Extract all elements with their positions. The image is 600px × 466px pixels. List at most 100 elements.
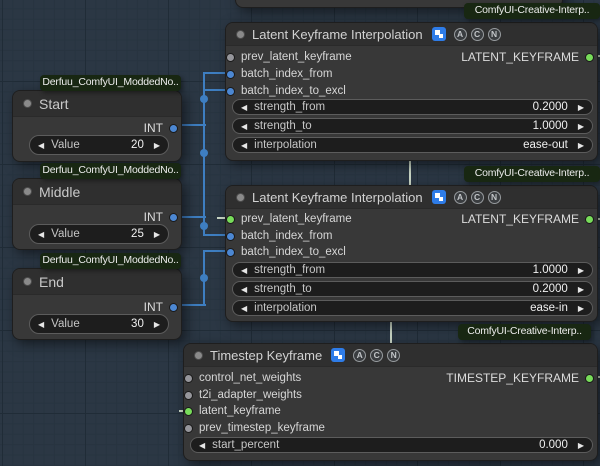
input-slot-batch-index-to-excl[interactable]: batch_index_to_excl	[226, 84, 346, 98]
node-title: Middle	[39, 183, 81, 200]
output-dot[interactable]	[169, 123, 178, 133]
widget-value[interactable]: 1.0000	[533, 120, 568, 132]
input-dot[interactable]	[226, 247, 235, 257]
decrement-arrow[interactable]: ◀	[38, 230, 44, 239]
input-slot-prev-latent-keyframe[interactable]: prev_latent_keyframe	[226, 212, 352, 226]
input-dot[interactable]	[184, 390, 193, 400]
widget-value[interactable]: 0.000	[539, 439, 568, 451]
increment-arrow[interactable]: ▶	[154, 141, 160, 150]
increment-arrow[interactable]: ▶	[578, 441, 584, 450]
strength-from-widget[interactable]: ◀ strength_from 0.2000 ▶	[232, 99, 593, 115]
output-slot-int[interactable]: INT	[144, 121, 178, 135]
input-slot-latent-keyframe[interactable]: latent_keyframe	[184, 404, 281, 418]
input-dot[interactable]	[184, 406, 193, 416]
link-midpoint-dot	[200, 274, 208, 282]
collapse-dot[interactable]	[236, 192, 245, 202]
node-latent-keyframe-interpolation-2[interactable]: Latent Keyframe Interpolation A C N prev…	[225, 185, 598, 322]
input-dot[interactable]	[226, 231, 235, 241]
collapse-dot[interactable]	[23, 277, 32, 286]
node-start[interactable]: Start INT ◀ Value 20 ▶	[12, 90, 182, 162]
link-midpoint-dot	[200, 149, 208, 157]
node-timestep-keyframe[interactable]: Timestep Keyframe A C N control_net_weig…	[183, 343, 598, 461]
input-slot-batch-index-to-excl[interactable]: batch_index_to_excl	[226, 245, 346, 259]
output-slot-timestep-keyframe[interactable]: TIMESTEP_KEYFRAME	[446, 371, 594, 385]
input-slot-batch-index-from[interactable]: batch_index_from	[226, 67, 332, 81]
increment-arrow[interactable]: ▶	[154, 230, 160, 239]
collapse-dot[interactable]	[23, 99, 32, 108]
widget-label: Value	[51, 139, 80, 151]
node-title-bar[interactable]: Middle	[13, 179, 181, 205]
node-title-bar[interactable]: Timestep Keyframe A C N	[184, 344, 597, 367]
decrement-arrow[interactable]: ◀	[241, 304, 247, 313]
widget-value[interactable]: ease-out	[523, 139, 568, 151]
decrement-arrow[interactable]: ◀	[241, 141, 247, 150]
output-dot[interactable]	[585, 214, 594, 224]
widget-value[interactable]: 1.0000	[533, 264, 568, 276]
output-dot[interactable]	[585, 373, 594, 383]
decrement-arrow[interactable]: ◀	[38, 320, 44, 329]
widget-value[interactable]: 0.2000	[533, 283, 568, 295]
collapse-dot[interactable]	[194, 350, 203, 360]
output-slot-int[interactable]: INT	[144, 210, 178, 224]
node-title-bar[interactable]: Latent Keyframe Interpolation A C N	[226, 23, 597, 46]
node-title-bar[interactable]: Latent Keyframe Interpolation A C N	[226, 186, 597, 209]
input-slot-t2i-adapter-weights[interactable]: t2i_adapter_weights	[184, 388, 302, 402]
value-widget[interactable]: ◀ Value 25 ▶	[29, 224, 169, 244]
increment-arrow[interactable]: ▶	[578, 103, 584, 112]
widget-value[interactable]: ease-in	[530, 302, 568, 314]
input-slot-prev-timestep-keyframe[interactable]: prev_timestep_keyframe	[184, 421, 325, 435]
increment-arrow[interactable]: ▶	[154, 320, 160, 329]
output-slot-int[interactable]: INT	[144, 300, 178, 314]
widget-value[interactable]: 0.2000	[533, 101, 568, 113]
node-origin-badge: Derfuu_ComfyUI_ModdedNo..	[40, 75, 181, 91]
badge-n-icon: N	[487, 190, 501, 204]
interpolation-widget[interactable]: ◀ interpolation ease-in ▶	[232, 300, 593, 316]
badge-a-icon: A	[453, 27, 467, 41]
input-slot-prev-latent-keyframe[interactable]: prev_latent_keyframe	[226, 50, 352, 64]
collapse-dot[interactable]	[23, 187, 32, 196]
output-dot[interactable]	[169, 212, 178, 222]
increment-arrow[interactable]: ▶	[578, 122, 584, 131]
node-middle[interactable]: Middle INT ◀ Value 25 ▶	[12, 178, 182, 250]
input-slot-batch-index-from[interactable]: batch_index_from	[226, 229, 332, 243]
decrement-arrow[interactable]: ◀	[241, 266, 247, 275]
increment-arrow[interactable]: ▶	[578, 266, 584, 275]
input-dot[interactable]	[226, 52, 235, 62]
decrement-arrow[interactable]: ◀	[241, 122, 247, 131]
input-dot[interactable]	[184, 423, 193, 433]
node-graph-canvas[interactable]: ComfyUI-Creative-Interp.. ComfyUI-Creati…	[0, 0, 600, 466]
input-dot[interactable]	[226, 69, 235, 79]
increment-arrow[interactable]: ▶	[578, 304, 584, 313]
output-dot[interactable]	[169, 302, 178, 312]
node-end[interactable]: End INT ◀ Value 30 ▶	[12, 268, 182, 340]
start-percent-widget[interactable]: ◀ start_percent 0.000 ▶	[190, 437, 593, 453]
node-latent-keyframe-interpolation-1[interactable]: Latent Keyframe Interpolation A C N prev…	[225, 22, 598, 161]
decrement-arrow[interactable]: ◀	[241, 103, 247, 112]
increment-arrow[interactable]: ▶	[578, 141, 584, 150]
widget-value[interactable]: 30	[131, 318, 144, 330]
strength-to-widget[interactable]: ◀ strength_to 0.2000 ▶	[232, 281, 593, 297]
node-title-bar[interactable]: Start	[13, 91, 181, 117]
widget-value[interactable]: 20	[131, 139, 144, 151]
input-dot[interactable]	[226, 214, 235, 224]
output-slot-latent-keyframe[interactable]: LATENT_KEYFRAME	[461, 212, 594, 226]
interpolation-widget[interactable]: ◀ interpolation ease-out ▶	[232, 137, 593, 153]
widget-value[interactable]: 25	[131, 228, 144, 240]
decrement-arrow[interactable]: ◀	[199, 441, 205, 450]
node-title-bar[interactable]: End	[13, 269, 181, 295]
value-widget[interactable]: ◀ Value 20 ▶	[29, 135, 169, 155]
strength-from-widget[interactable]: ◀ strength_from 1.0000 ▶	[232, 262, 593, 278]
decrement-arrow[interactable]: ◀	[241, 285, 247, 294]
input-slot-control-net-weights[interactable]: control_net_weights	[184, 371, 301, 385]
output-slot-latent-keyframe[interactable]: LATENT_KEYFRAME	[461, 50, 594, 64]
strength-to-widget[interactable]: ◀ strength_to 1.0000 ▶	[232, 118, 593, 134]
input-dot[interactable]	[184, 373, 193, 383]
output-dot[interactable]	[585, 52, 594, 62]
value-widget[interactable]: ◀ Value 30 ▶	[29, 314, 169, 334]
increment-arrow[interactable]: ▶	[578, 285, 584, 294]
node-title: Latent Keyframe Interpolation	[252, 26, 423, 42]
badge-c-icon: C	[470, 190, 484, 204]
collapse-dot[interactable]	[236, 29, 245, 39]
decrement-arrow[interactable]: ◀	[38, 141, 44, 150]
input-dot[interactable]	[226, 86, 235, 96]
